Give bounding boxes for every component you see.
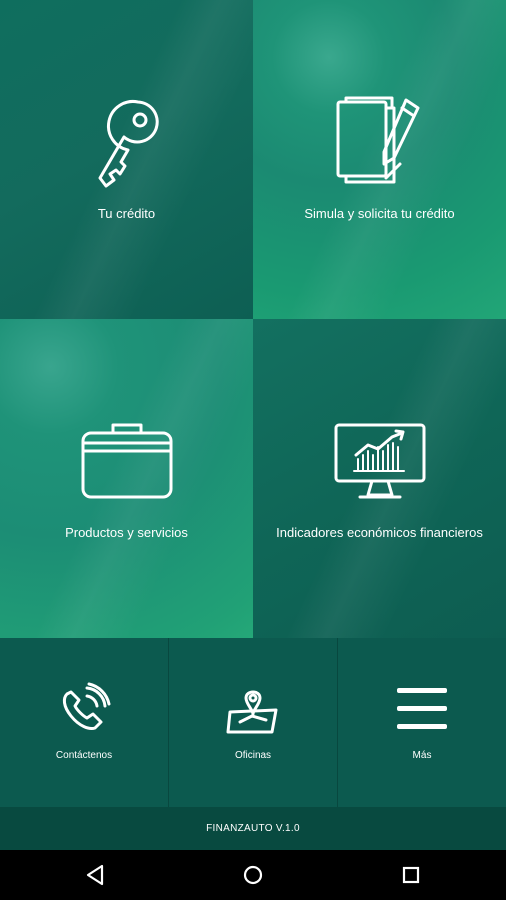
tile-productos-servicios[interactable]: Productos y servicios [0, 319, 253, 638]
tile-label: Tu crédito [97, 206, 156, 221]
map-pin-icon [226, 690, 278, 734]
shortcut-label: Contáctenos [55, 750, 113, 761]
tile-tu-credito[interactable]: Tu crédito [0, 0, 253, 319]
shortcut-contactenos[interactable]: Contáctenos [0, 638, 168, 807]
shortcut-label: Más [412, 750, 432, 761]
shortcut-label: Oficinas [234, 750, 272, 761]
back-icon[interactable] [80, 860, 110, 890]
briefcase-icon [81, 423, 172, 499]
recents-icon[interactable] [396, 860, 426, 890]
documents-pencil-icon [336, 96, 419, 184]
shortcut-mas[interactable]: Más [338, 638, 506, 807]
tile-label: Indicadores económicos financieros [276, 525, 483, 540]
tile-simula-solicita[interactable]: Simula y solicita tu crédito [253, 0, 506, 319]
home-icon[interactable] [238, 860, 268, 890]
tile-indicadores[interactable]: Indicadores económicos financieros [253, 319, 506, 638]
tile-label: Simula y solicita tu crédito [304, 206, 455, 221]
system-navbar [0, 850, 506, 900]
key-icon [98, 100, 159, 188]
monitor-chart-icon [334, 423, 425, 499]
phone-icon [62, 682, 111, 730]
shortcut-oficinas[interactable]: Oficinas [169, 638, 337, 807]
shortcut-bar: Contáctenos Oficinas Más [0, 638, 506, 807]
version-footer: FINANZAUTO V.1.0 [0, 807, 506, 850]
menu-icon [397, 688, 447, 729]
tile-label: Productos y servicios [65, 525, 188, 540]
